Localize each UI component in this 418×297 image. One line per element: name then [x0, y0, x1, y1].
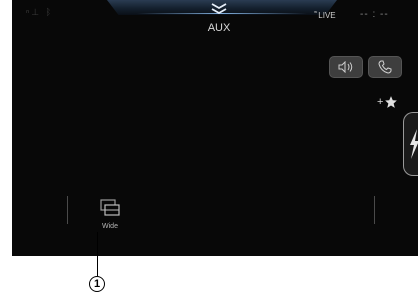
speaker-icon	[338, 61, 353, 73]
phone-icon	[378, 60, 392, 74]
status-icons: ⁿ⊥ ᛒ	[26, 7, 53, 18]
plus-sign: +	[377, 96, 384, 108]
bluetooth-icon: ᛒ	[45, 7, 54, 17]
divider-left	[67, 196, 68, 224]
live-indicator: ≈LIVE	[314, 10, 336, 20]
menu-pull-down-handle[interactable]	[209, 2, 229, 16]
wide-screen-icon	[100, 199, 120, 216]
wide-label: Wide	[102, 223, 118, 230]
audio-button[interactable]	[329, 56, 363, 78]
wide-mode-button[interactable]: Wide	[90, 196, 130, 236]
star-icon	[385, 96, 398, 108]
callout-number: 1	[89, 276, 105, 292]
clock: -- : --	[360, 9, 389, 20]
signal-icon: ⁿ⊥	[26, 7, 42, 17]
add-favorite-button[interactable]: +	[377, 91, 407, 113]
side-panel-tab[interactable]	[403, 112, 418, 176]
divider-right	[374, 196, 375, 224]
live-text: LIVE	[318, 11, 336, 20]
phone-button[interactable]	[368, 56, 402, 78]
source-title: AUX	[207, 22, 231, 34]
lightning-icon	[410, 129, 418, 159]
chevron-down-icon	[211, 3, 227, 15]
head-unit-screen: ⁿ⊥ ᛒ AUX ≈LIVE -- : -- + Wide	[12, 0, 418, 256]
live-signal-icon: ≈	[314, 10, 318, 16]
callout-leader-line	[97, 232, 98, 276]
